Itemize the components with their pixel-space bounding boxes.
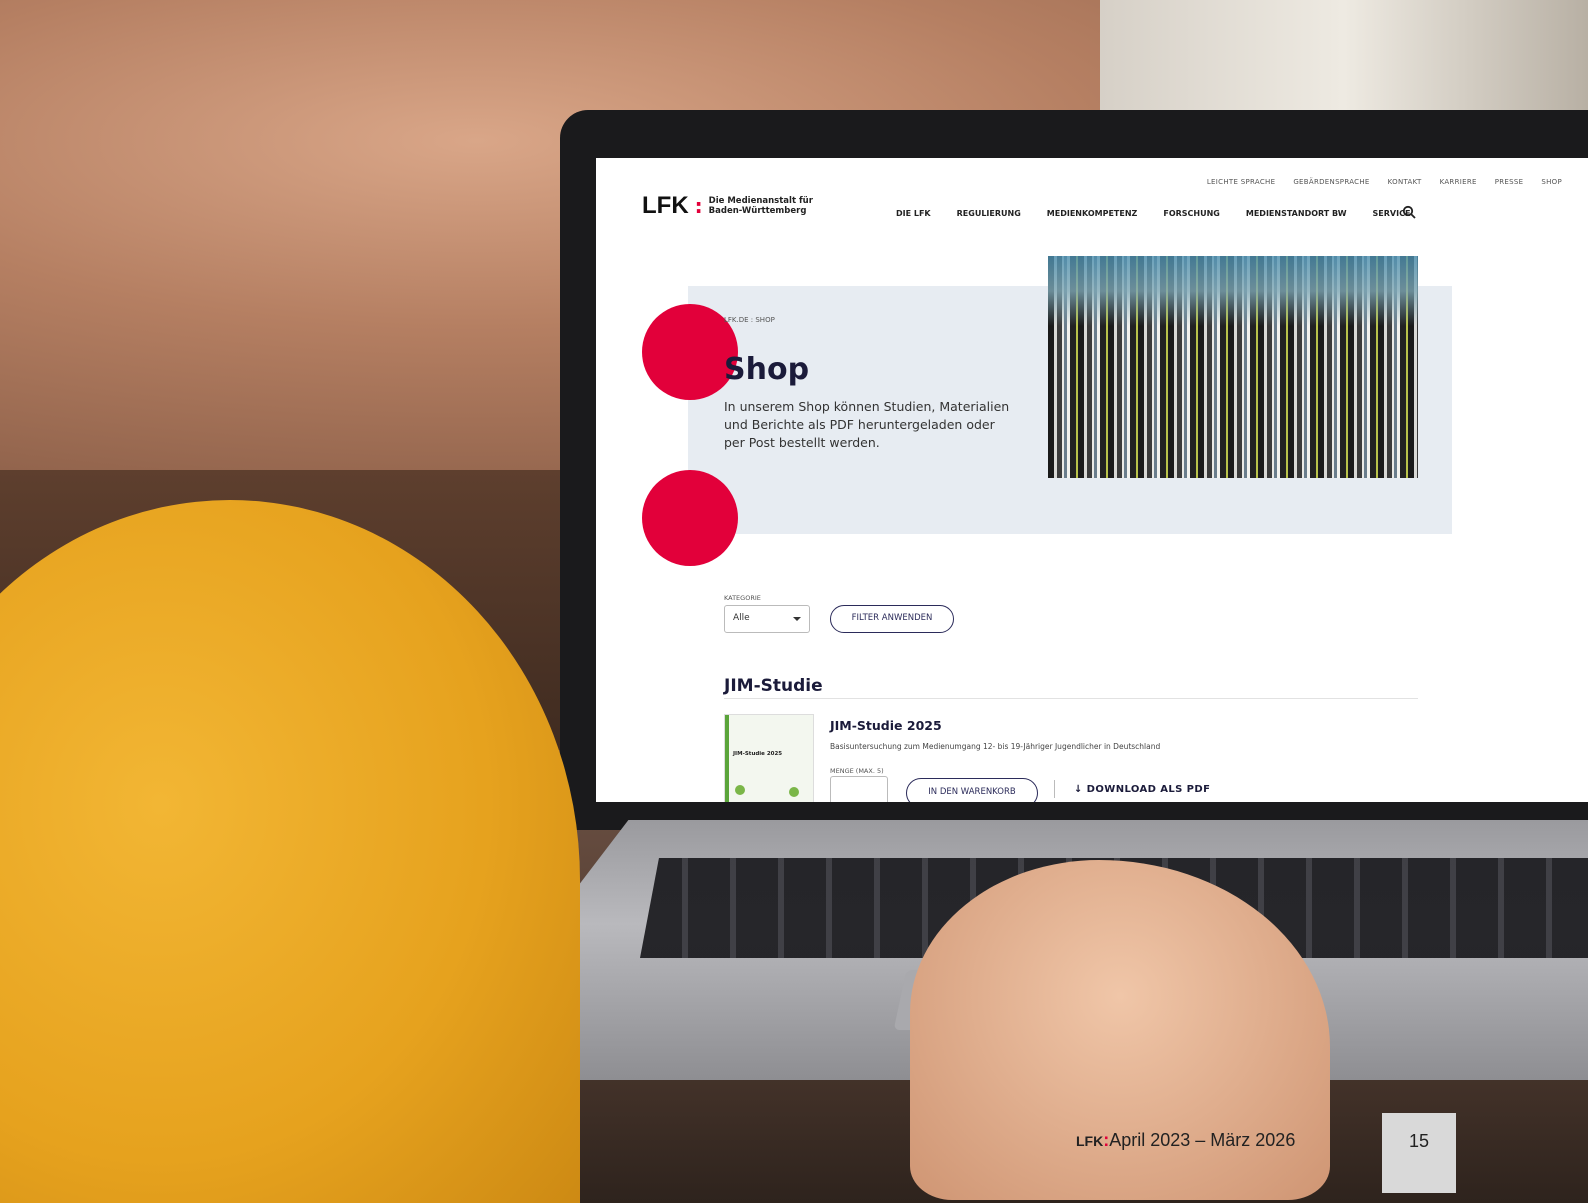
laptop-screen-website: LEICHTE SPRACHE GEBÄRDENSPRACHE KONTAKT … — [596, 158, 1588, 802]
nav-medienkompetenz[interactable]: MEDIENKOMPETENZ — [1047, 209, 1138, 218]
category-select[interactable]: Alle — [724, 605, 810, 633]
topnav-kontakt[interactable]: KONTAKT — [1388, 178, 1422, 186]
footer-period: LFK:April 2023 – März 2026 — [1076, 1130, 1295, 1151]
product-description: Basisuntersuchung zum Medienumgang 12- b… — [830, 742, 1161, 751]
thumbnail-dot — [789, 787, 799, 797]
page-title: Shop — [724, 352, 810, 387]
download-pdf-link[interactable]: ↓ DOWNLOAD ALS PDF — [1074, 784, 1210, 795]
footer-period-text: April 2023 – März 2026 — [1109, 1130, 1296, 1150]
top-navigation: LEICHTE SPRACHE GEBÄRDENSPRACHE KONTAKT … — [1207, 178, 1562, 186]
nav-die-lfk[interactable]: DIE LFK — [896, 209, 931, 218]
category-label: KATEGORIE — [724, 594, 761, 602]
decor-circle-bottom — [642, 470, 738, 566]
search-icon[interactable] — [1402, 205, 1416, 219]
nav-medienstandort-bw[interactable]: MEDIENSTANDORT BW — [1246, 209, 1347, 218]
page-number: 15 — [1382, 1113, 1456, 1193]
logo-dots: : — [694, 194, 703, 218]
product-thumbnail[interactable]: JIM-Studie 2025 — [724, 714, 814, 802]
thumbnail-dot — [735, 785, 745, 795]
nav-regulierung[interactable]: REGULIERUNG — [957, 209, 1021, 218]
quantity-input[interactable] — [830, 776, 888, 802]
quantity-label: MENGE (MAX. 5) — [830, 767, 884, 775]
topnav-gebaerdensprache[interactable]: GEBÄRDENSPRACHE — [1293, 178, 1369, 186]
breadcrumb[interactable]: LFK.DE : SHOP — [724, 316, 775, 324]
topnav-leichte-sprache[interactable]: LEICHTE SPRACHE — [1207, 178, 1275, 186]
product-title[interactable]: JIM-Studie 2025 — [830, 718, 942, 733]
action-separator — [1054, 780, 1055, 798]
download-icon: ↓ — [1074, 784, 1087, 795]
hero-image-books — [1048, 256, 1418, 478]
section-title: JIM-Studie — [724, 676, 823, 696]
category-select-value: Alle — [733, 613, 750, 623]
topnav-presse[interactable]: PRESSE — [1495, 178, 1524, 186]
main-navigation: DIE LFK REGULIERUNG MEDIENKOMPETENZ FORS… — [896, 209, 1410, 218]
thumbnail-title: JIM-Studie 2025 — [733, 751, 783, 757]
section-divider — [724, 698, 1418, 699]
download-pdf-label: DOWNLOAD ALS PDF — [1086, 784, 1211, 795]
topnav-shop[interactable]: SHOP — [1541, 178, 1562, 186]
logo-line-2: Baden-Württemberg — [708, 206, 807, 216]
logo-mark: LFK — [642, 192, 689, 219]
page-intro: In unserem Shop können Studien, Material… — [724, 399, 1010, 450]
topnav-karriere[interactable]: KARRIERE — [1440, 178, 1477, 186]
logo-line-1: Die Medienanstalt für — [708, 196, 813, 206]
logo-text: Die Medienanstalt für Baden-Württemberg — [709, 196, 813, 216]
apply-filter-button[interactable]: FILTER ANWENDEN — [830, 605, 954, 633]
add-to-cart-button[interactable]: IN DEN WARENKORB — [906, 778, 1038, 802]
site-logo[interactable]: LFK : Die Medienanstalt für Baden-Württe… — [642, 192, 813, 220]
footer-brand: LFK — [1076, 1133, 1104, 1149]
thumbnail-accent-bar — [725, 715, 729, 802]
nav-forschung[interactable]: FORSCHUNG — [1163, 209, 1220, 218]
chevron-down-icon — [793, 617, 801, 621]
